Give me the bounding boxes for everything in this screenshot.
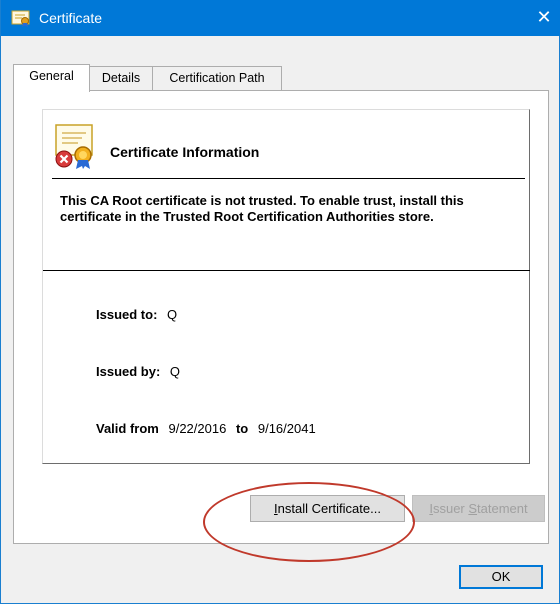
- general-tab-panel: Certificate Information This CA Root cer…: [13, 90, 549, 544]
- trust-warning-text: This CA Root certificate is not trusted.…: [60, 193, 464, 224]
- certificate-error-icon: [52, 123, 100, 171]
- valid-from-label: Valid from: [96, 421, 159, 436]
- tab-certification-path[interactable]: Certification Path: [152, 66, 282, 91]
- tab-general[interactable]: General: [13, 64, 90, 92]
- certificate-icon: [11, 8, 31, 28]
- certificate-info-title: Certificate Information: [110, 144, 260, 160]
- divider: [52, 178, 525, 179]
- validity-row: Valid from 9/22/2016 to 9/16/2041: [96, 421, 316, 436]
- close-icon: ✕: [536, 7, 552, 27]
- issuer-statement-button[interactable]: Issuer Statement: [412, 495, 545, 522]
- issued-by-row: Issued by: Q: [96, 364, 180, 379]
- issued-to-row: Issued to: Q: [96, 307, 177, 322]
- tab-details[interactable]: Details: [89, 66, 153, 91]
- issued-to-label: Issued to:: [96, 307, 158, 322]
- close-button[interactable]: ✕: [527, 0, 560, 36]
- issuer-s-mnemonic: S: [468, 501, 478, 516]
- valid-from-value: 9/22/2016: [168, 421, 227, 436]
- install-label: nstall Certificate...: [277, 501, 381, 516]
- valid-to-label: to: [235, 421, 249, 436]
- issued-by-value: Q: [169, 364, 181, 379]
- certificate-info-box: Certificate Information This CA Root cer…: [42, 109, 530, 464]
- valid-to-value: 9/16/2041: [257, 421, 316, 436]
- title-bar[interactable]: Certificate ✕: [1, 0, 560, 36]
- issuer-label-rest: tatement: [477, 501, 528, 516]
- issued-to-value: Q: [167, 307, 178, 322]
- issued-by-label: Issued by:: [96, 364, 161, 379]
- divider: [43, 270, 530, 271]
- window-title: Certificate: [39, 10, 103, 26]
- install-certificate-button[interactable]: Install Certificate...: [250, 495, 405, 522]
- issuer-label-part: ssuer: [432, 501, 469, 516]
- certificate-dialog: Certificate ✕ General Details Certificat…: [0, 0, 560, 604]
- ok-button[interactable]: OK: [459, 565, 543, 589]
